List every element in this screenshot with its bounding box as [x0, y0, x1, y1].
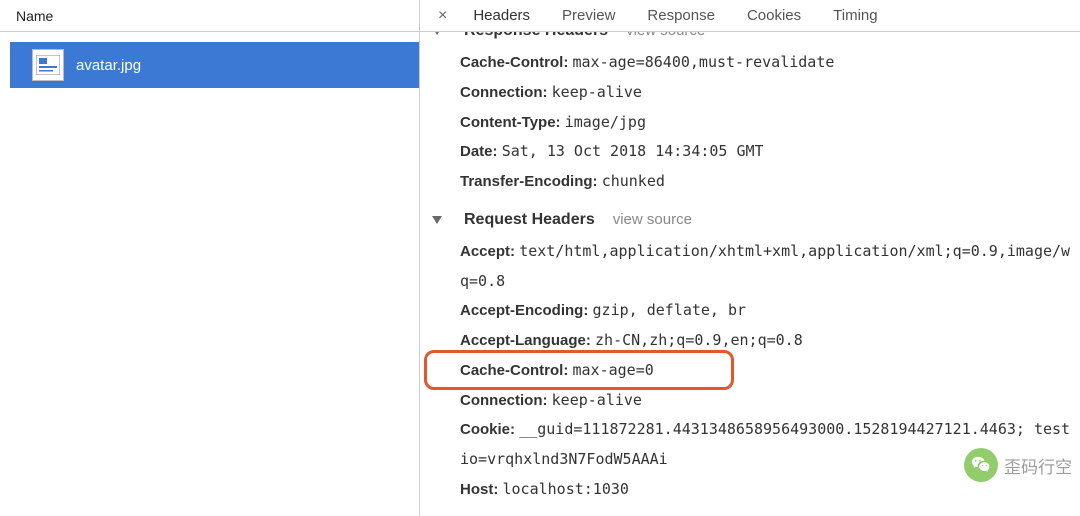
request-header-line: Connection: keep-alive — [432, 386, 1080, 416]
image-file-icon — [32, 49, 64, 81]
response-headers-section: Response Headers view source Cache-Contr… — [420, 32, 1080, 203]
header-key: Cache-Control: — [460, 54, 573, 71]
response-header-line: Connection: keep-alive — [432, 78, 1080, 108]
request-header-line: q=0.8 — [432, 267, 1080, 297]
header-value: text/html,application/xhtml+xml,applicat… — [519, 242, 1070, 260]
close-icon[interactable]: × — [428, 7, 457, 25]
column-header-name: Name — [0, 0, 419, 32]
headers-content: Response Headers view source Cache-Contr… — [420, 32, 1080, 511]
header-key: Content-Type: — [460, 114, 565, 131]
header-value: keep-alive — [552, 391, 642, 409]
header-value: q=0.8 — [460, 272, 505, 290]
header-key: Date: — [460, 143, 502, 160]
header-value: max-age=0 — [573, 361, 654, 379]
tab-headers[interactable]: Headers — [457, 0, 546, 32]
response-header-line: Content-Type: image/jpg — [432, 108, 1080, 138]
header-key: Transfer-Encoding: — [460, 173, 602, 190]
response-header-line: Date: Sat, 13 Oct 2018 14:34:05 GMT — [432, 137, 1080, 167]
request-header-line: Cookie: __guid=111872281.443134865895649… — [432, 415, 1080, 445]
watermark-text: 歪码行空 — [1004, 453, 1072, 478]
header-key: Accept: — [460, 243, 519, 260]
view-source-link[interactable]: view source — [613, 211, 692, 228]
response-header-line: Transfer-Encoding: chunked — [432, 167, 1080, 197]
header-key: Cache-Control: — [460, 362, 573, 379]
header-value: __guid=111872281.4431348658956493000.152… — [519, 420, 1070, 438]
watermark: 歪码行空 — [964, 448, 1072, 482]
header-key: Connection: — [460, 392, 552, 409]
header-value: keep-alive — [552, 83, 642, 101]
chevron-down-icon[interactable] — [432, 32, 442, 35]
file-row[interactable]: avatar.jpg — [10, 42, 419, 88]
header-value: image/jpg — [565, 113, 646, 131]
header-key: Accept-Encoding: — [460, 302, 593, 319]
response-header-line: Cache-Control: max-age=86400,must-revali… — [432, 48, 1080, 78]
header-key: Host: — [460, 481, 503, 498]
request-header-line: Cache-Control: max-age=0 — [432, 356, 1080, 386]
section-title: Response Headers — [464, 32, 608, 40]
view-source-link[interactable]: view source — [626, 32, 705, 39]
details-panel: × Headers Preview Response Cookies Timin… — [420, 0, 1080, 516]
file-name: avatar.jpg — [76, 57, 141, 74]
header-key: Connection: — [460, 84, 552, 101]
header-key: Accept-Language: — [460, 332, 595, 349]
header-value: max-age=86400,must-revalidate — [573, 53, 835, 71]
tab-bar: × Headers Preview Response Cookies Timin… — [420, 0, 1080, 32]
chevron-down-icon[interactable] — [432, 216, 442, 224]
request-header-line: Accept: text/html,application/xhtml+xml,… — [432, 237, 1080, 267]
header-key: Cookie: — [460, 421, 519, 438]
header-value: io=vrqhxlnd3N7FodW5AAAi — [460, 450, 668, 468]
wechat-icon — [964, 448, 998, 482]
tab-cookies[interactable]: Cookies — [731, 0, 817, 32]
section-title: Request Headers — [464, 211, 595, 229]
header-value: chunked — [602, 172, 665, 190]
header-value: localhost:1030 — [503, 480, 629, 498]
header-value: zh-CN,zh;q=0.9,en;q=0.8 — [595, 331, 803, 349]
request-header-line: Accept-Language: zh-CN,zh;q=0.9,en;q=0.8 — [432, 326, 1080, 356]
tab-timing[interactable]: Timing — [817, 0, 893, 32]
header-value: gzip, deflate, br — [593, 301, 747, 319]
file-list-panel: Name avatar.jpg — [0, 0, 420, 516]
header-value: Sat, 13 Oct 2018 14:34:05 GMT — [502, 142, 764, 160]
request-header-line: Accept-Encoding: gzip, deflate, br — [432, 296, 1080, 326]
tab-preview[interactable]: Preview — [546, 0, 631, 32]
tab-response[interactable]: Response — [631, 0, 731, 32]
